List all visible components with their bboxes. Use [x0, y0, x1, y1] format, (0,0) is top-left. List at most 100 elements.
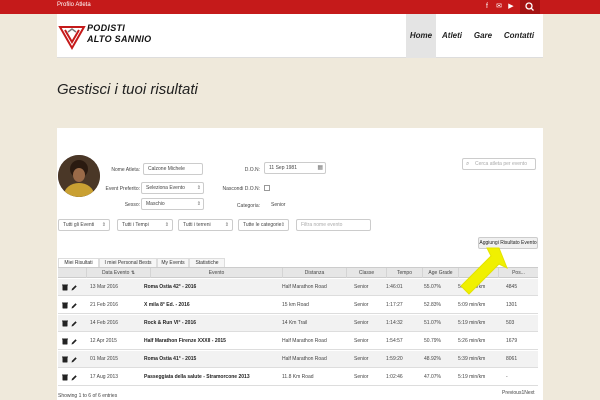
- cell-class: Senior: [354, 302, 369, 308]
- profile-link[interactable]: Profilo Atleta: [57, 2, 91, 8]
- table-row[interactable]: 14 Feb 2016 Rock & Run VI° - 2016 14 Km Tr…: [58, 315, 538, 332]
- th-class[interactable]: Classe: [346, 268, 386, 278]
- chevron-updown-icon: ⇕: [196, 185, 201, 191]
- trash-icon[interactable]: [62, 338, 68, 345]
- athlete-search-placeholder: Cerca atleta per evento: [475, 161, 527, 167]
- top-bar: Profilo Atleta f ✉ ▶: [0, 0, 600, 14]
- brand-name[interactable]: PODISTI ALTO SANNIO: [87, 23, 151, 45]
- table-row[interactable]: 17 Aug 2013 Passeggiata della salute - St…: [58, 369, 538, 386]
- sex-select[interactable]: Maschio ⇕: [141, 198, 204, 210]
- cell-event[interactable]: Roma Ostia 42° - 2016: [144, 279, 196, 296]
- cell-event[interactable]: X mila 8° Ed. - 2016: [144, 297, 190, 314]
- cell-pace: 5:19 min/km: [458, 320, 486, 326]
- name-field[interactable]: Calzone Michele: [143, 163, 203, 175]
- dob-field[interactable]: 11 Sep 1981 ▦: [264, 162, 326, 174]
- athlete-search-input[interactable]: ⌕ Cerca atleta per evento: [462, 158, 536, 170]
- hide-dob-label: Nascondi D.O.N:: [222, 186, 260, 192]
- th-date[interactable]: Data Evento ⇅: [86, 268, 150, 278]
- cell-time: 1:17:27: [386, 302, 403, 308]
- pencil-icon[interactable]: [71, 356, 77, 363]
- cell-time: 1:59:20: [386, 356, 403, 362]
- facebook-icon[interactable]: f: [482, 1, 492, 12]
- cell-event[interactable]: Roma Ostia 41° - 2015: [144, 351, 196, 368]
- event-select[interactable]: Seleziona Evento ⇕: [141, 182, 204, 194]
- search-icon: [525, 2, 534, 11]
- chevron-updown-icon: ⇕: [280, 222, 285, 228]
- pagination[interactable]: Previous1Next: [502, 390, 535, 396]
- brand-line1: PODISTI: [87, 23, 126, 33]
- sort-icon: ⇅: [130, 270, 136, 276]
- nav-home[interactable]: Home: [406, 14, 436, 58]
- filter-terrains-value: Tutti i terreni: [183, 222, 211, 228]
- cell-position: 1679: [506, 338, 518, 344]
- tab-statistics[interactable]: Statistiche: [189, 258, 225, 267]
- category-value: Senior: [271, 202, 286, 208]
- nav-atleti[interactable]: Atleti: [437, 14, 467, 58]
- trash-icon[interactable]: [62, 374, 68, 381]
- tab-my-events[interactable]: My Events: [157, 258, 189, 267]
- table-row[interactable]: 01 Mar 2015 Roma Ostia 41° - 2015 Half Mar…: [58, 351, 538, 368]
- filter-event-name-input[interactable]: Filtra nome evento: [296, 219, 371, 231]
- avatar[interactable]: [58, 155, 100, 197]
- th-event[interactable]: Evento: [150, 268, 282, 278]
- tab-personal-bests[interactable]: I miei Personal Bests: [99, 258, 157, 267]
- sex-label: Sesso:: [124, 202, 140, 208]
- cell-distance: Half Marathon Road: [282, 356, 327, 362]
- trash-icon[interactable]: [62, 284, 68, 291]
- pencil-icon[interactable]: [71, 320, 77, 327]
- cell-pace: 5:26 min/km: [458, 338, 486, 344]
- trash-icon[interactable]: [62, 302, 68, 309]
- search-button[interactable]: [520, 0, 540, 14]
- hide-dob-checkbox[interactable]: [264, 185, 270, 191]
- chevron-updown-icon: ⇕: [224, 222, 229, 228]
- club-logo[interactable]: [57, 21, 87, 51]
- filter-times[interactable]: Tutti i Tempi ⇕: [117, 219, 173, 231]
- tab-my-results[interactable]: Miei Risultati: [58, 258, 99, 267]
- cell-event[interactable]: Passeggiata della salute - Stramorcone 2…: [144, 369, 250, 386]
- cell-time: 1:14:32: [386, 320, 403, 326]
- cell-date: 12 Apr 2015: [90, 338, 117, 344]
- trash-icon[interactable]: [62, 320, 68, 327]
- filter-terrains[interactable]: Tutti i terreni ⇕: [178, 219, 233, 231]
- cell-class: Senior: [354, 284, 369, 290]
- cell-distance: 14 Km Trail: [282, 320, 308, 326]
- pencil-icon[interactable]: [71, 338, 77, 345]
- filter-categories-value: Tutte le categorie: [243, 222, 282, 228]
- dob-label: D.O.N:: [244, 167, 260, 173]
- cell-event[interactable]: Rock & Run VI° - 2016: [144, 315, 196, 332]
- pencil-icon[interactable]: [71, 374, 77, 381]
- th-time[interactable]: Tempo: [386, 268, 422, 278]
- youtube-icon[interactable]: ▶: [506, 1, 516, 12]
- th-date-label: Data Evento: [101, 270, 130, 276]
- trash-icon[interactable]: [62, 356, 68, 363]
- chevron-updown-icon: ⇕: [196, 201, 201, 207]
- filter-times-value: Tutti i Tempi: [122, 222, 149, 228]
- filter-categories[interactable]: Tutte le categorie ⇕: [238, 219, 289, 231]
- cell-distance: 11.8 Km Road: [282, 374, 314, 380]
- cell-distance: Half Marathon Road: [282, 284, 327, 290]
- cell-event[interactable]: Half Marathon Firenze XXXII - 2015: [144, 333, 226, 350]
- page-title: Gestisci i tuoi risultati: [57, 81, 198, 98]
- cell-age-grade: 47.07%: [424, 374, 441, 380]
- filter-events-value: Tutti gli Eventi: [63, 222, 95, 228]
- cell-pace: 5:19 min/km: [458, 374, 486, 380]
- nav-contatti[interactable]: Contatti: [499, 14, 539, 58]
- cell-position: -: [506, 374, 508, 380]
- cell-time: 1:02:46: [386, 374, 403, 380]
- cell-class: Senior: [354, 338, 369, 344]
- table-row[interactable]: 12 Apr 2015 Half Marathon Firenze XXXII -…: [58, 333, 538, 350]
- cell-age-grade: 52.83%: [424, 302, 441, 308]
- email-icon[interactable]: ✉: [494, 1, 504, 12]
- calendar-icon[interactable]: ▦: [317, 163, 323, 173]
- pencil-icon[interactable]: [71, 284, 77, 291]
- cell-position: 503: [506, 320, 515, 326]
- th-age-grade[interactable]: Age Grade: [422, 268, 458, 278]
- filter-events[interactable]: Tutti gli Eventi ⇕: [58, 219, 110, 231]
- cell-date: 01 Mar 2015: [90, 356, 119, 362]
- th-distance[interactable]: Distanza: [282, 268, 346, 278]
- cell-class: Senior: [354, 356, 369, 362]
- cell-age-grade: 55.07%: [424, 284, 441, 290]
- nav-gare[interactable]: Gare: [469, 14, 497, 58]
- chevron-updown-icon: ⇕: [164, 222, 169, 228]
- pencil-icon[interactable]: [71, 302, 77, 309]
